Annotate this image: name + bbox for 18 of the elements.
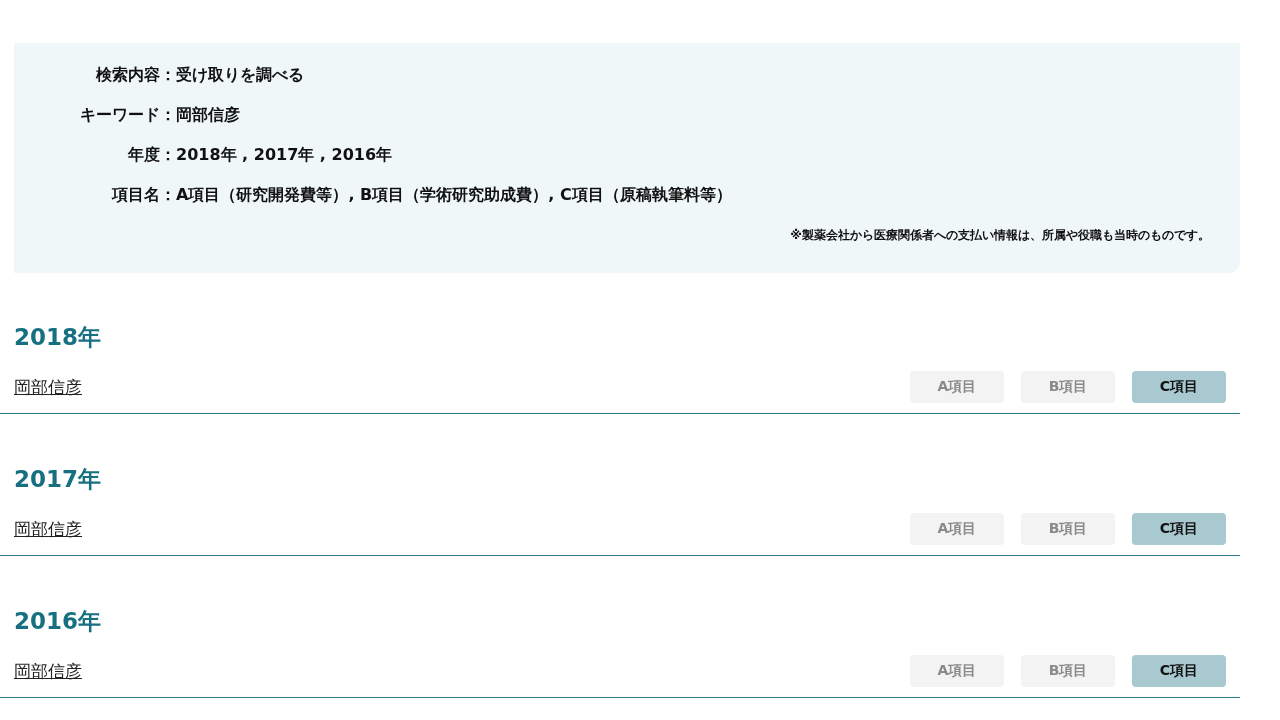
person-name-link[interactable]: 岡部信彦 xyxy=(14,659,82,683)
summary-value: A項目（研究開発費等）, B項目（学術研究助成費）, C項目（原稿執筆料等） xyxy=(176,184,732,206)
person-name-link[interactable]: 岡部信彦 xyxy=(14,375,82,399)
category-button[interactable]: C項目 xyxy=(1132,371,1226,403)
disclaimer-note: ※製薬会社から医療関係者への支払い情報は、所属や役職も当時のものです。 xyxy=(790,227,1210,244)
summary-value: 受け取りを調べる xyxy=(176,64,304,86)
person-name-link[interactable]: 岡部信彦 xyxy=(14,517,82,541)
summary-value: 2018年 , 2017年 , 2016年 xyxy=(176,144,393,166)
summary-label: 年度： xyxy=(127,144,176,166)
category-button[interactable]: C項目 xyxy=(1132,513,1226,545)
year-heading: 2017年 xyxy=(14,465,102,494)
summary-label: キーワード： xyxy=(79,104,176,126)
summary-label: 検索内容： xyxy=(95,64,176,86)
summary-value: 岡部信彦 xyxy=(176,104,240,126)
year-heading: 2018年 xyxy=(14,323,102,352)
year-heading: 2016年 xyxy=(14,607,102,636)
category-button[interactable]: C項目 xyxy=(1132,655,1226,687)
summary-label: 項目名： xyxy=(111,184,176,206)
